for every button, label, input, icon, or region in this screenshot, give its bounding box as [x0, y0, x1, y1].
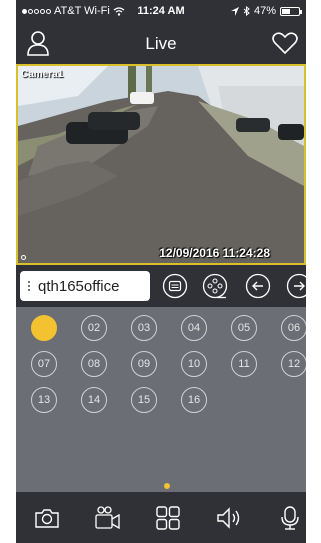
microphone-icon[interactable]: [276, 504, 304, 532]
film-reel-icon[interactable]: [202, 273, 228, 299]
battery-icon: [280, 6, 302, 16]
carrier-label: AT&T Wi-Fi: [54, 5, 110, 17]
channel-button[interactable]: 06: [281, 315, 306, 341]
channel-button[interactable]: 03: [131, 315, 157, 341]
channel-button[interactable]: 11: [231, 351, 257, 377]
channel-button[interactable]: 04: [181, 315, 207, 341]
battery-percent: 47%: [253, 5, 276, 17]
channel-button[interactable]: 10: [181, 351, 207, 377]
nav-bar: Live: [16, 22, 306, 64]
drag-handle-icon: [20, 281, 38, 291]
channel-grid: 01 02 03 04 05 06 07 08 09 10 11 12 13 14 15 16: [16, 307, 306, 492]
channel-button[interactable]: 08: [81, 351, 107, 377]
video-indicator-icon: [21, 255, 26, 260]
camera-feed-image: [18, 66, 304, 263]
page-title: Live: [145, 34, 177, 53]
channel-button[interactable]: 13: [31, 387, 57, 413]
channel-button[interactable]: 01: [31, 315, 57, 341]
camera-label: Camera1: [21, 69, 64, 80]
arrow-left-icon[interactable]: [245, 273, 271, 299]
channel-button[interactable]: 02: [81, 315, 107, 341]
channel-button[interactable]: 12: [281, 351, 306, 377]
stream-toggle-icon[interactable]: [162, 273, 188, 299]
location-arrow-icon: [230, 6, 239, 16]
speaker-icon[interactable]: [215, 504, 243, 532]
wifi-icon: [113, 6, 125, 16]
channel-button[interactable]: 07: [31, 351, 57, 377]
bottom-toolbar: [16, 492, 306, 543]
bluetooth-icon: [243, 6, 250, 16]
channel-button[interactable]: 15: [131, 387, 157, 413]
device-selector[interactable]: qth165office: [20, 271, 150, 301]
status-bar: AT&T Wi-Fi 11:24 AM 47%: [16, 0, 306, 22]
live-video-view[interactable]: Camera1 12/09/2016 11:24:28: [16, 64, 306, 265]
record-video-icon[interactable]: [93, 504, 121, 532]
video-timestamp: 12/09/2016 11:24:28: [159, 246, 270, 260]
arrow-right-icon[interactable]: [286, 273, 306, 299]
channel-button[interactable]: 05: [231, 315, 257, 341]
heart-icon[interactable]: [272, 32, 298, 54]
page-indicator[interactable]: [164, 483, 170, 489]
channel-button[interactable]: 14: [81, 387, 107, 413]
device-name: qth165office: [38, 277, 120, 295]
grid-layout-icon[interactable]: [154, 504, 182, 532]
channel-button[interactable]: 09: [131, 351, 157, 377]
camera-icon[interactable]: [33, 504, 61, 532]
signal-icon: [22, 8, 51, 14]
device-toolbar: qth165office: [16, 265, 306, 307]
app-frame: AT&T Wi-Fi 11:24 AM 47% Live Camera1 12/…: [16, 0, 306, 543]
channel-button[interactable]: 16: [181, 387, 207, 413]
